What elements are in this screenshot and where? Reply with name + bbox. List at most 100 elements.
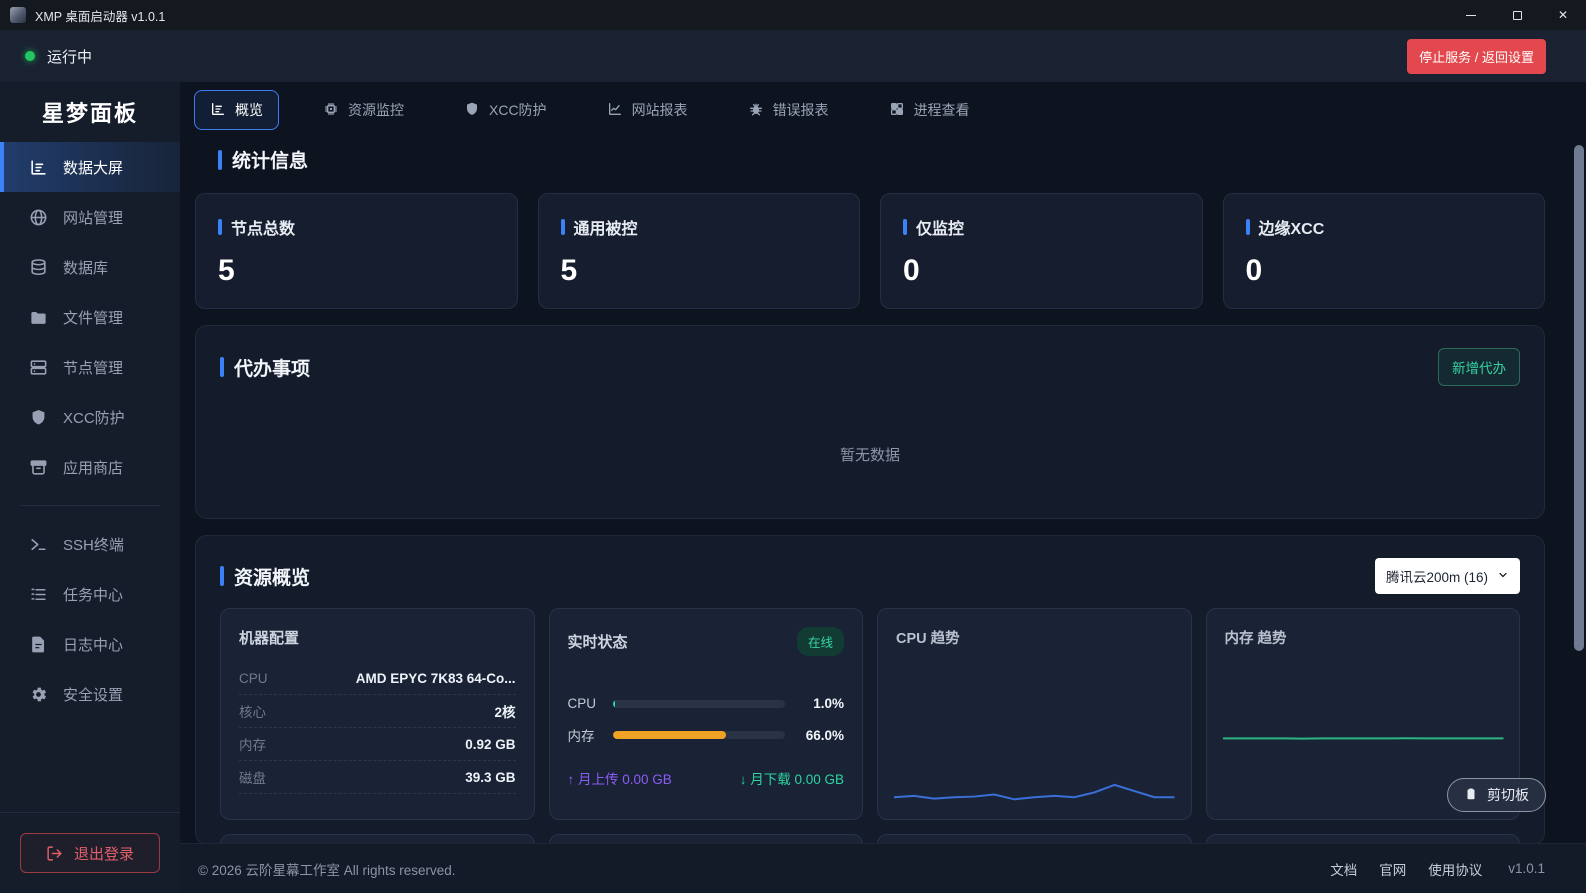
header-bar: 运行中 停止服务 / 返回设置 <box>0 30 1586 82</box>
add-todo-button[interactable]: 新增代办 <box>1438 348 1520 386</box>
clipboard-label: 剪切板 <box>1487 785 1529 805</box>
todo-panel-title: 代办事项 <box>220 354 310 381</box>
close-button[interactable]: ✕ <box>1540 0 1586 30</box>
footer-link-docs[interactable]: 文档 <box>1330 859 1357 879</box>
database-icon <box>29 258 48 277</box>
chart-icon <box>210 101 226 120</box>
sidebar-item-label: 数据大屏 <box>63 157 123 178</box>
sidebar-divider <box>20 505 160 506</box>
scrollbar-thumb[interactable] <box>1574 145 1584 651</box>
line-chart-icon <box>607 101 623 120</box>
cpu-trend-chart <box>894 646 1175 811</box>
sidebar-item-website[interactable]: 网站管理 <box>0 192 180 242</box>
accent-bar <box>561 219 565 235</box>
mem-progress-track <box>613 731 786 739</box>
mem-progress-fill <box>613 731 727 739</box>
cpu-trend-card: CPU 趋势 <box>877 608 1192 820</box>
sidebar-item-appstore[interactable]: 应用商店 <box>0 442 180 492</box>
tab-label: 网站报表 <box>632 100 688 120</box>
resource-overview-panel: 资源概览 腾讯云200m (16) 机器配置 CPU AM <box>195 535 1545 845</box>
minimize-button[interactable] <box>1448 0 1494 30</box>
version-text: v1.0.1 <box>1508 861 1545 876</box>
tab-overview[interactable]: 概览 <box>194 90 279 130</box>
app-window: XMP 桌面启动器 v1.0.1 ✕ 运行中 停止服务 / 返回设置 星梦面板 … <box>0 0 1586 893</box>
accent-bar <box>220 566 224 586</box>
stat-card-total-nodes: 节点总数 5 <box>195 193 518 309</box>
tab-xcc[interactable]: XCC防护 <box>448 90 563 130</box>
sidebar-item-label: SSH终端 <box>63 534 124 555</box>
sidebar-item-nodes[interactable]: 节点管理 <box>0 342 180 392</box>
folder-icon <box>29 308 48 327</box>
tab-label: 进程查看 <box>914 100 970 120</box>
sidebar-item-xcc[interactable]: XCC防护 <box>0 392 180 442</box>
node-select-value: 腾讯云200m (16) <box>1386 566 1488 586</box>
machine-row-memory: 内存 0.92 GB <box>239 728 516 761</box>
close-icon: ✕ <box>1558 9 1568 21</box>
tab-label: XCC防护 <box>489 100 547 120</box>
memory-trend-title: 内存 趋势 <box>1225 627 1502 648</box>
tab-resource-monitor[interactable]: 资源监控 <box>307 90 420 130</box>
sidebar: 星梦面板 数据大屏 网站管理 数据库 文件管理 <box>0 82 180 893</box>
stat-card-monitor-only: 仅监控 0 <box>880 193 1203 309</box>
memory-usage-row: 内存 66.0% <box>568 725 845 745</box>
stop-service-button[interactable]: 停止服务 / 返回设置 <box>1407 39 1546 74</box>
shield-icon <box>464 101 480 120</box>
logout-icon <box>46 845 63 862</box>
clipboard-button[interactable]: 剪切板 <box>1447 778 1546 812</box>
stat-value: 5 <box>218 254 495 288</box>
window-title: XMP 桌面启动器 v1.0.1 <box>35 6 165 25</box>
machine-config-title: 机器配置 <box>239 627 516 648</box>
titlebar: XMP 桌面启动器 v1.0.1 ✕ <box>0 0 1586 30</box>
todo-empty-text: 暂无数据 <box>196 444 1544 465</box>
logout-button[interactable]: 退出登录 <box>20 833 160 873</box>
bug-icon <box>748 101 764 120</box>
stat-label: 边缘XCC <box>1259 215 1325 239</box>
chevron-down-icon <box>1497 569 1509 584</box>
stat-card-general-controlled: 通用被控 5 <box>538 193 861 309</box>
sidebar-item-data-screen[interactable]: 数据大屏 <box>0 142 180 192</box>
down-arrow-icon: ↓ <box>740 772 747 787</box>
logout-label: 退出登录 <box>74 843 134 864</box>
mem-percent: 66.0% <box>796 728 844 743</box>
cpu-trend-title: CPU 趋势 <box>896 627 1173 648</box>
app-logo-icon <box>10 7 26 23</box>
terminal-icon <box>29 535 48 554</box>
stat-label: 节点总数 <box>231 215 295 239</box>
maximize-icon <box>1513 11 1522 20</box>
sidebar-item-ssh[interactable]: SSH终端 <box>0 519 180 569</box>
sidebar-item-files[interactable]: 文件管理 <box>0 292 180 342</box>
sidebar-item-logs[interactable]: 日志中心 <box>0 619 180 669</box>
tab-process-view[interactable]: 进程查看 <box>873 90 986 130</box>
stat-card-row: 节点总数 5 通用被控 5 仅监控 0 边缘XCC 0 <box>195 193 1545 309</box>
cpu-progress-track <box>613 700 786 708</box>
machine-row-disk: 磁盘 39.3 GB <box>239 761 516 794</box>
sidebar-item-security[interactable]: 安全设置 <box>0 669 180 719</box>
online-status-badge: 在线 <box>797 627 844 656</box>
server-icon <box>29 358 48 377</box>
todo-panel: 代办事项 新增代办 暂无数据 <box>195 325 1545 519</box>
copyright-text: © 2026 云阶星幕工作室 All rights reserved. <box>198 859 456 879</box>
tasks-icon <box>29 585 48 604</box>
sidebar-item-label: 节点管理 <box>63 357 123 378</box>
tab-error-report[interactable]: 错误报表 <box>732 90 845 130</box>
realtime-status-card: 实时状态 在线 CPU 1.0% 内存 <box>549 608 864 820</box>
sidebar-item-label: 文件管理 <box>63 307 123 328</box>
resource-panel-title: 资源概览 <box>220 563 310 590</box>
footer-link-agreement[interactable]: 使用协议 <box>1428 859 1482 879</box>
sidebar-item-label: 安全设置 <box>63 684 123 705</box>
node-select[interactable]: 腾讯云200m (16) <box>1375 558 1520 594</box>
stat-value: 5 <box>561 254 838 288</box>
realtime-status-title: 实时状态 <box>568 631 628 652</box>
tab-site-report[interactable]: 网站报表 <box>591 90 704 130</box>
sidebar-item-tasks[interactable]: 任务中心 <box>0 569 180 619</box>
sidebar-item-label: 数据库 <box>63 257 108 278</box>
sidebar-item-database[interactable]: 数据库 <box>0 242 180 292</box>
sidebar-item-label: 应用商店 <box>63 457 123 478</box>
cpu-progress-fill <box>613 700 616 708</box>
maximize-button[interactable] <box>1494 0 1540 30</box>
accent-bar <box>218 150 222 170</box>
stat-value: 0 <box>1246 254 1523 288</box>
stat-label: 仅监控 <box>916 215 964 239</box>
monthly-download: ↓ 月下载 0.00 GB <box>740 768 844 788</box>
footer-link-website[interactable]: 官网 <box>1379 859 1406 879</box>
